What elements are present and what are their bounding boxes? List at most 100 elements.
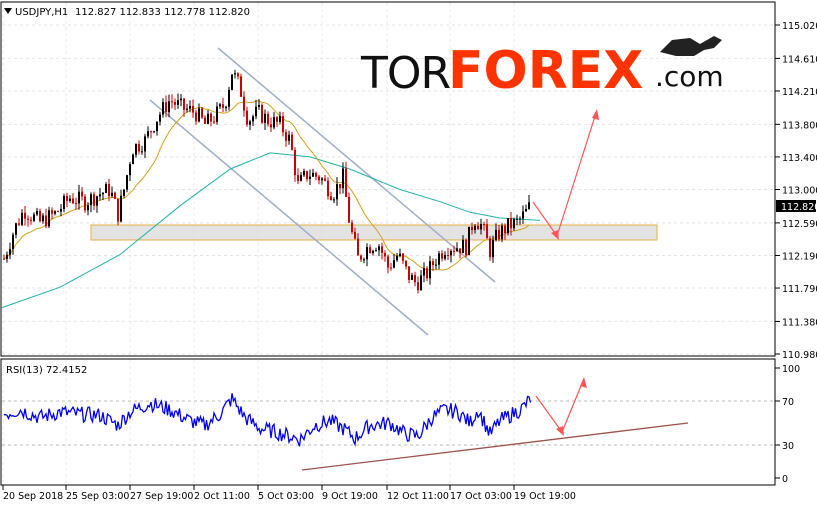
candle-body bbox=[384, 252, 386, 257]
candle-body bbox=[372, 250, 374, 254]
candle-body bbox=[48, 210, 50, 227]
price-tick-label: 113.000 bbox=[782, 186, 817, 197]
candle-body bbox=[525, 208, 527, 212]
candle-body bbox=[393, 260, 395, 268]
candle-body bbox=[369, 247, 371, 254]
candle-body bbox=[297, 175, 299, 181]
candle-body bbox=[312, 172, 314, 177]
candle-body bbox=[81, 191, 83, 197]
candle-body bbox=[78, 191, 80, 204]
price-tick-label: 110.980 bbox=[782, 350, 817, 361]
candle-body bbox=[318, 176, 320, 181]
candle-body bbox=[213, 121, 215, 123]
candle-body bbox=[237, 73, 239, 77]
candle-body bbox=[84, 196, 86, 211]
candle-body bbox=[201, 108, 203, 118]
candle-body bbox=[99, 194, 101, 197]
candle-body bbox=[15, 223, 17, 235]
candle-body bbox=[402, 253, 404, 261]
candle-body bbox=[288, 134, 290, 141]
candle-body bbox=[498, 229, 500, 240]
candle-body bbox=[354, 231, 356, 239]
candle-body bbox=[204, 117, 206, 124]
candle-body bbox=[486, 224, 488, 239]
price-tick-label: 112.590 bbox=[782, 219, 817, 230]
candle-body bbox=[108, 184, 110, 197]
candle-body bbox=[261, 104, 263, 123]
candle-body bbox=[300, 175, 302, 181]
candle-body bbox=[405, 260, 407, 267]
candle-body bbox=[60, 208, 62, 212]
candle-body bbox=[495, 229, 497, 240]
candle-body bbox=[258, 104, 260, 107]
candle-body bbox=[477, 225, 479, 230]
candle-body bbox=[216, 106, 218, 122]
logo-text-tor: TOR bbox=[360, 48, 451, 99]
candle-body bbox=[327, 180, 329, 197]
candle-body bbox=[420, 275, 422, 291]
candle-body bbox=[30, 219, 32, 221]
candle-body bbox=[483, 223, 485, 225]
candle-body bbox=[147, 131, 149, 137]
candle-body bbox=[276, 117, 278, 122]
candle-body bbox=[519, 218, 521, 220]
candle-body bbox=[102, 192, 104, 195]
candle-body bbox=[279, 116, 281, 122]
candle-body bbox=[459, 248, 461, 254]
candle-body bbox=[306, 171, 308, 180]
candle-body bbox=[42, 215, 44, 222]
candle-body bbox=[183, 98, 185, 110]
price-tick-label: 114.210 bbox=[782, 87, 817, 98]
candle-body bbox=[87, 205, 89, 211]
candle-body bbox=[342, 168, 344, 189]
candle-body bbox=[303, 171, 305, 176]
rsi-tick-label: 70 bbox=[782, 397, 794, 408]
candle-body bbox=[366, 247, 368, 260]
candle-body bbox=[291, 134, 293, 150]
candle-body bbox=[417, 282, 419, 291]
candle-body bbox=[219, 104, 221, 107]
candle-body bbox=[186, 108, 188, 110]
rsi-label: RSI(13) 72.4152 bbox=[6, 365, 87, 376]
candle-body bbox=[225, 106, 227, 108]
candle-body bbox=[27, 218, 29, 220]
candle-body bbox=[444, 255, 446, 259]
time-tick-label: 19 Oct 19:00 bbox=[514, 491, 576, 502]
candle-body bbox=[33, 214, 35, 221]
time-tick-label: 27 Sep 19:00 bbox=[130, 491, 193, 502]
candle-body bbox=[468, 226, 470, 256]
current-price-label: 112.820 bbox=[776, 200, 817, 213]
candle-body bbox=[210, 113, 212, 122]
candle-body bbox=[447, 255, 449, 257]
candle-body bbox=[351, 222, 353, 232]
candle-body bbox=[3, 258, 5, 260]
candle-body bbox=[126, 175, 128, 190]
candle-body bbox=[6, 254, 8, 259]
candle-body bbox=[159, 114, 161, 122]
candle-body bbox=[90, 194, 92, 206]
rsi-tick-label: 30 bbox=[782, 441, 794, 452]
candle-body bbox=[330, 196, 332, 200]
candle-body bbox=[528, 202, 530, 209]
candle-body bbox=[414, 275, 416, 283]
candle-body bbox=[345, 168, 347, 197]
candle-body bbox=[267, 113, 269, 125]
candle-body bbox=[333, 199, 335, 201]
candle-body bbox=[375, 250, 377, 252]
candle-body bbox=[396, 255, 398, 261]
candle-body bbox=[390, 267, 392, 269]
candle-body bbox=[72, 198, 74, 204]
candle-body bbox=[348, 196, 350, 223]
candle-body bbox=[462, 239, 464, 254]
logo-text-com: .com bbox=[655, 60, 724, 93]
candle-body bbox=[111, 192, 113, 197]
candle-body bbox=[120, 195, 122, 222]
candle-body bbox=[438, 253, 440, 265]
candle-body bbox=[234, 73, 236, 75]
candle-body bbox=[285, 132, 287, 141]
candle-body bbox=[492, 239, 494, 258]
candle-body bbox=[441, 253, 443, 259]
candle-body bbox=[282, 116, 284, 133]
candle-body bbox=[522, 211, 524, 219]
candle-body bbox=[270, 124, 272, 128]
